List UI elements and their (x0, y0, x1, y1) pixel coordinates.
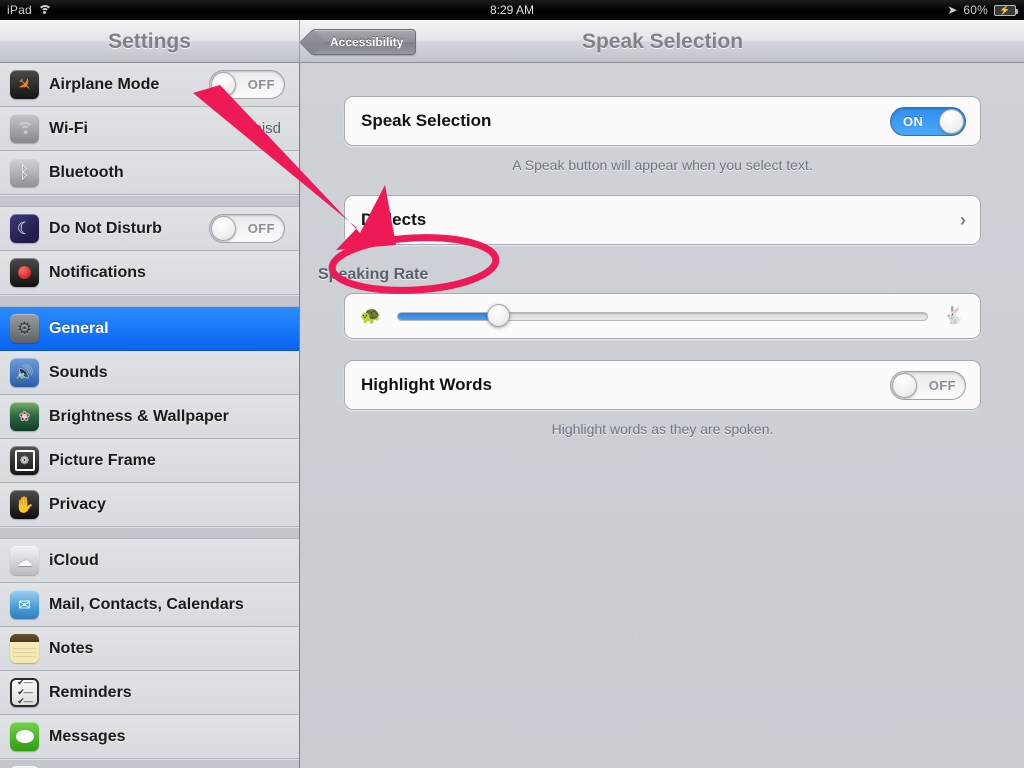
speaker-icon: 🔊 (10, 358, 39, 387)
highlight-words-row[interactable]: Highlight Words OFF (345, 361, 980, 409)
sidebar-group-divider (0, 195, 299, 207)
toggle-knob (892, 372, 917, 398)
dialects-label: Dialects (361, 210, 427, 229)
chevron-right-icon: › (960, 209, 966, 230)
back-button-label: Accessibility (330, 35, 404, 49)
sidebar-item-label: Privacy (49, 495, 106, 513)
hand-icon: ✋ (10, 490, 39, 519)
status-bar-right: ➤ 60% ⚡ (947, 3, 1018, 17)
ipad-settings-screen: iPad 8:29 AM ➤ 60% ⚡ Settings Accessibil… (0, 0, 1024, 768)
highlight-words-toggle[interactable]: OFF (890, 370, 966, 400)
sidebar-item-label: Messages (49, 727, 126, 745)
status-bar: iPad 8:29 AM ➤ 60% ⚡ (0, 0, 1024, 20)
highlight-words-card: Highlight Words OFF (344, 360, 981, 410)
airplane-mode-toggle[interactable]: OFF (209, 70, 285, 99)
cloud-icon: ☁ (10, 546, 39, 575)
sidebar-item-mail-contacts-calendars[interactable]: ✉ Mail, Contacts, Calendars (0, 583, 299, 627)
battery-percent: 60% (963, 3, 988, 17)
sidebar-item-label: Mail, Contacts, Calendars (49, 595, 244, 613)
speak-selection-row[interactable]: Speak Selection ON (345, 97, 980, 145)
sidebar-group-divider (0, 527, 299, 539)
sidebar-item-notifications[interactable]: Notifications (0, 251, 299, 295)
moon-icon: ☾ (10, 214, 39, 243)
sidebar-item-label: Picture Frame (49, 451, 156, 469)
sidebar-title: Settings (108, 29, 191, 53)
sidebar-item-label: Do Not Disturb (49, 219, 162, 237)
sidebar-item-label: Brightness & Wallpaper (49, 407, 229, 425)
sidebar-item-label: Sounds (49, 363, 108, 381)
notifications-icon (10, 258, 39, 287)
speaking-rate-card: 🐢 🐇 (344, 293, 981, 339)
sidebar-item-label: Notes (49, 639, 94, 657)
toggle-knob (211, 72, 236, 97)
speech-bubble-icon (10, 722, 39, 751)
sidebar-nav-header: Settings (0, 20, 300, 63)
slider-thumb[interactable] (486, 304, 510, 327)
sidebar-item-label: Notifications (49, 263, 146, 281)
sidebar-item-wifi[interactable]: Wi-Fi nbisd (0, 107, 299, 151)
slider-fill (398, 312, 499, 320)
status-bar-time: 8:29 AM (489, 3, 535, 17)
navigation-bar: Settings Accessibility Speak Selection (0, 20, 1024, 63)
do-not-disturb-toggle[interactable]: OFF (209, 214, 285, 243)
sidebar-item-do-not-disturb[interactable]: ☾ Do Not Disturb OFF (0, 207, 299, 251)
sidebar-item-icloud[interactable]: ☁ iCloud (0, 539, 299, 583)
sidebar-item-picture-frame[interactable]: ❁ Picture Frame (0, 439, 299, 483)
toggle-state-label: ON (903, 113, 924, 129)
notepad-icon (10, 634, 39, 663)
battery-charging-icon: ⚡ (994, 4, 1018, 16)
speaking-rate-slider[interactable] (397, 304, 928, 327)
speak-selection-pane: Speak Selection ON A Speak button will a… (301, 63, 1024, 768)
sidebar-item-general[interactable]: ⚙ General (0, 307, 299, 351)
speak-selection-toggle[interactable]: ON (890, 106, 966, 136)
bluetooth-icon: ᛒ (10, 158, 39, 187)
toggle-knob (939, 108, 964, 134)
speak-selection-card: Speak Selection ON (344, 96, 981, 146)
envelope-icon: ✉ (10, 590, 39, 619)
page-title: Speak Selection (581, 30, 744, 53)
highlight-words-footnote: Highlight words as they are spoken. (551, 421, 774, 437)
highlight-words-label: Highlight Words (361, 375, 492, 394)
tortoise-icon: 🐢 (360, 306, 382, 325)
airplane-icon: ✈ (10, 70, 39, 99)
sidebar-item-reminders[interactable]: ✔— ✔— ✔— Reminders (0, 671, 299, 715)
sidebar-item-label: Airplane Mode (49, 75, 160, 93)
sidebar-item-bluetooth[interactable]: ᛒ Bluetooth (0, 151, 299, 195)
hare-icon: 🐇 (943, 306, 965, 325)
sidebar-item-label: Wi-Fi (49, 119, 88, 137)
sidebar-item-label: Reminders (49, 683, 132, 701)
toggle-state-label: OFF (247, 77, 275, 92)
wifi-network-value: nbisd (245, 120, 281, 137)
sidebar-group-divider (0, 759, 299, 768)
speaking-rate-header: Speaking Rate (318, 266, 429, 283)
dialects-card[interactable]: Dialects › (344, 195, 981, 245)
sidebar-item-messages[interactable]: Messages (0, 715, 299, 759)
toggle-state-label: OFF (247, 221, 275, 236)
speaking-rate-row: 🐢 🐇 (345, 294, 980, 338)
sidebar-item-label: Bluetooth (49, 163, 124, 181)
toggle-state-label: OFF (928, 377, 956, 393)
sidebar-group-divider (0, 295, 299, 307)
sidebar-item-notes[interactable]: Notes (0, 627, 299, 671)
speak-selection-label: Speak Selection (361, 111, 492, 130)
sidebar-item-sounds[interactable]: 🔊 Sounds (0, 351, 299, 395)
picture-frame-icon: ❁ (10, 446, 39, 475)
sidebar-item-label: iCloud (49, 551, 99, 569)
sidebar-item-privacy[interactable]: ✋ Privacy (0, 483, 299, 527)
gear-icon: ⚙ (10, 314, 39, 343)
dialects-row[interactable]: Dialects › (345, 196, 980, 244)
wifi-icon (10, 114, 39, 143)
settings-sidebar[interactable]: ✈ Airplane Mode OFF Wi-Fi nbisd ᛒ Blueto… (0, 63, 300, 768)
location-arrow-icon: ➤ (947, 3, 958, 17)
checklist-icon: ✔— ✔— ✔— (10, 678, 39, 707)
sidebar-item-brightness-wallpaper[interactable]: ❀ Brightness & Wallpaper (0, 395, 299, 439)
sidebar-item-airplane-mode[interactable]: ✈ Airplane Mode OFF (0, 63, 299, 107)
sidebar-item-label: General (49, 319, 109, 337)
flower-wallpaper-icon: ❀ (10, 402, 39, 431)
speak-selection-footnote: A Speak button will appear when you sele… (512, 157, 813, 173)
toggle-knob (211, 216, 236, 241)
detail-nav-header: Accessibility Speak Selection (301, 20, 1024, 63)
